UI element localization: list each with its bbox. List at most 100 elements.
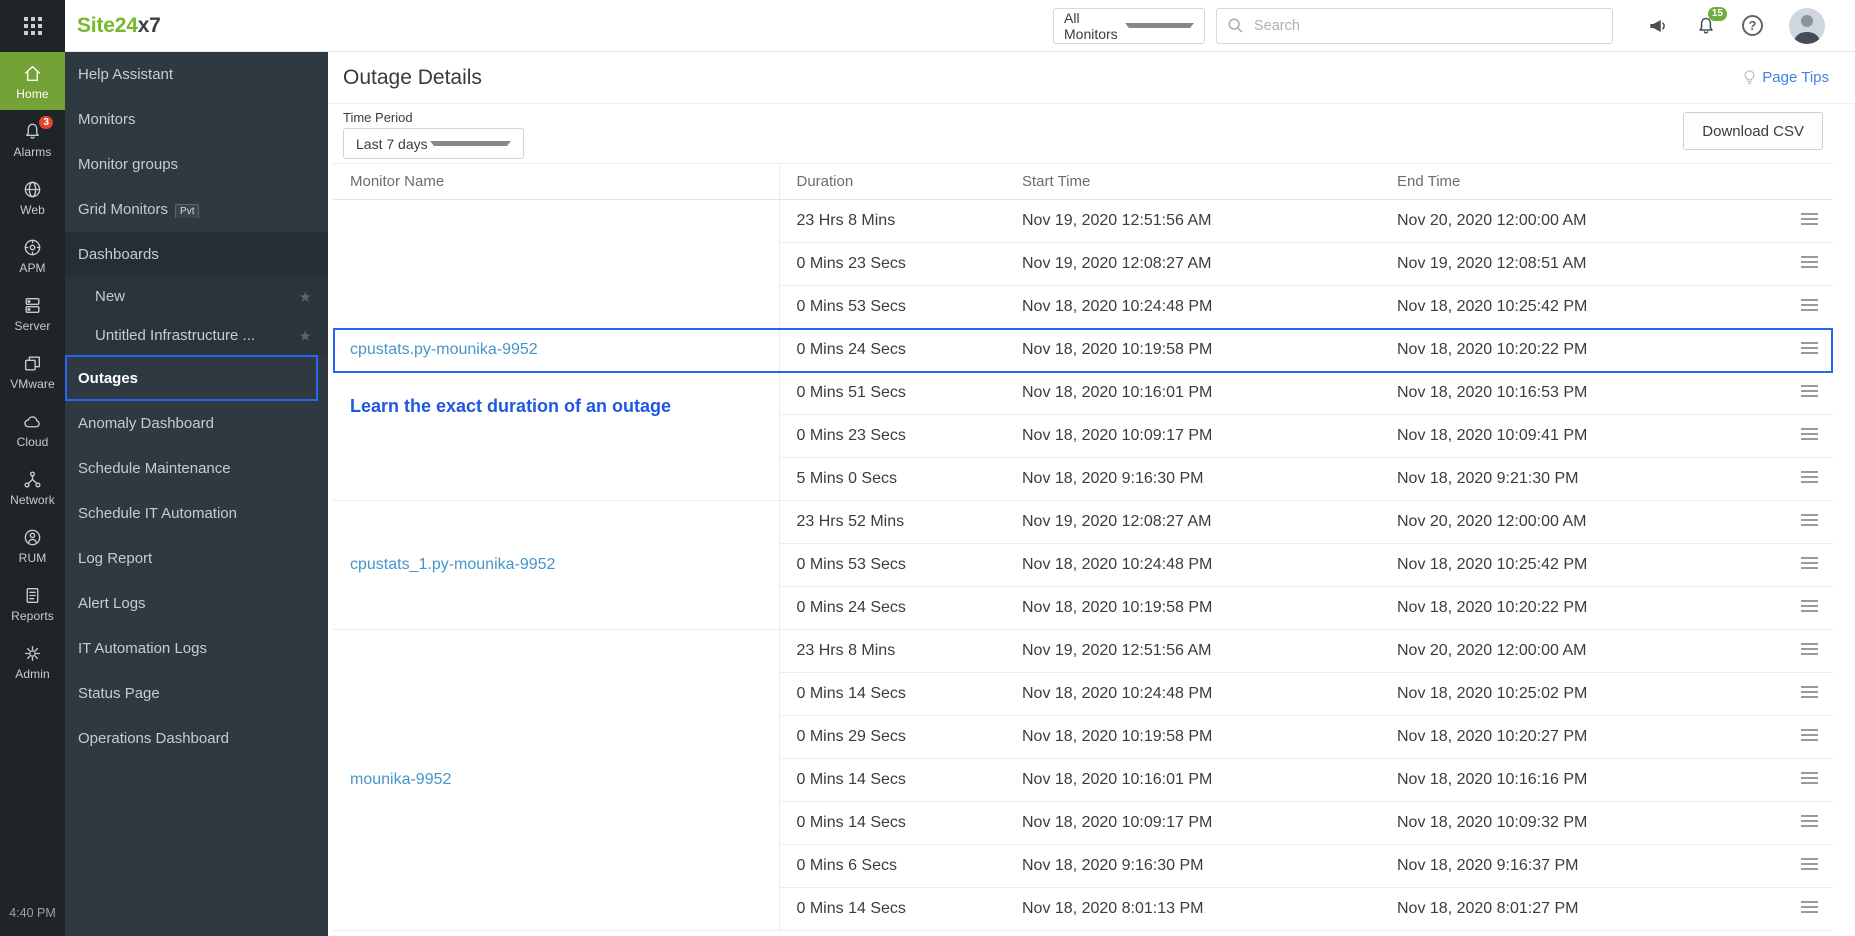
- rail-item-network[interactable]: Network: [0, 458, 65, 516]
- alarms-icon: 3: [22, 115, 53, 143]
- row-menu-cell: [1785, 543, 1833, 587]
- monitor-name-link[interactable]: cpustats_1.py-mounika-9952: [350, 556, 555, 573]
- row-menu-icon[interactable]: [1799, 550, 1820, 576]
- row-menu-icon[interactable]: [1799, 636, 1820, 662]
- outage-row: cpustats.py-mounika-9952 Learn the exact …: [333, 199, 1833, 501]
- sidebar-item-label: Anomaly Dashboard: [78, 415, 214, 432]
- duration-cell: 0 Mins 53 Secs: [779, 543, 1005, 587]
- row-menu-icon[interactable]: [1799, 894, 1820, 920]
- sidebar-item-label: Monitors: [78, 111, 136, 128]
- sidebar-item-new[interactable]: New ★: [65, 277, 328, 316]
- start-time-cell: Nov 18, 2020 10:16:01 PM: [1005, 758, 1380, 802]
- row-menu-icon[interactable]: [1799, 464, 1820, 490]
- row-menu-icon[interactable]: [1799, 722, 1820, 748]
- sidebar-item-schedule-it-automation[interactable]: Schedule IT Automation: [65, 491, 328, 536]
- sidebar-item-label: Monitor groups: [78, 156, 179, 173]
- sidebar-item-operations-dashboard[interactable]: Operations Dashboard: [65, 716, 328, 761]
- row-menu-icon[interactable]: [1799, 507, 1820, 533]
- end-time-cell: Nov 20, 2020 12:00:00 AM: [1380, 629, 1785, 673]
- chevron-down-icon: [429, 141, 511, 146]
- row-menu-icon[interactable]: [1799, 378, 1820, 404]
- rail-item-label: APM: [19, 260, 46, 275]
- column-header-menu: [1785, 163, 1833, 200]
- primary-nav-rail: Home 3 Alarms Web APM Server VMware Cloud Networ…: [0, 0, 65, 936]
- start-time-cell: Nov 18, 2020 10:24:48 PM: [1005, 285, 1380, 329]
- end-time-cell: Nov 18, 2020 10:20:27 PM: [1380, 715, 1785, 759]
- reports-icon: [22, 584, 43, 607]
- end-time-cell: Nov 18, 2020 10:16:16 PM: [1380, 758, 1785, 802]
- help-icon[interactable]: ?: [1742, 15, 1763, 36]
- start-time-cell: Nov 18, 2020 10:19:58 PM: [1005, 586, 1380, 630]
- search-input[interactable]: [1252, 16, 1602, 35]
- duration-cell: 0 Mins 24 Secs: [779, 328, 1005, 372]
- download-csv-button[interactable]: Download CSV: [1683, 112, 1823, 150]
- monitor-name-link[interactable]: mounika-9952: [350, 771, 451, 788]
- row-menu-icon[interactable]: [1799, 679, 1820, 705]
- monitor-scope-select[interactable]: All Monitors: [1053, 7, 1205, 44]
- sidebar-item-dashboards[interactable]: Dashboards: [65, 232, 328, 277]
- site24x7-logo[interactable]: Site24x7: [77, 14, 161, 38]
- sidebar-item-outages[interactable]: Outages: [65, 355, 318, 401]
- row-menu-icon[interactable]: [1799, 421, 1820, 447]
- sidebar-item-log-report[interactable]: Log Report: [65, 536, 328, 581]
- column-header-monitor-name: Monitor Name: [333, 163, 780, 200]
- row-menu-icon[interactable]: [1799, 593, 1820, 619]
- notifications-bell-icon[interactable]: 15: [1695, 6, 1727, 37]
- row-menu-icon[interactable]: [1799, 249, 1820, 275]
- time-period-select[interactable]: Last 7 days: [343, 128, 524, 159]
- star-icon[interactable]: ★: [299, 288, 312, 306]
- rail-item-web[interactable]: Web: [0, 168, 65, 226]
- search-icon: [1228, 18, 1243, 33]
- sidebar-item-monitor-groups[interactable]: Monitor groups: [65, 142, 328, 187]
- rail-item-reports[interactable]: Reports: [0, 574, 65, 632]
- page-tips-link[interactable]: Page Tips: [1742, 69, 1829, 86]
- rail-item-vmware[interactable]: VMware: [0, 342, 65, 400]
- end-time-cell: Nov 18, 2020 10:25:42 PM: [1380, 285, 1785, 329]
- row-menu-icon[interactable]: [1799, 206, 1820, 232]
- sidebar-item-schedule-maintenance[interactable]: Schedule Maintenance: [65, 446, 328, 491]
- row-menu-icon[interactable]: [1799, 765, 1820, 791]
- row-menu-icon[interactable]: [1799, 851, 1820, 877]
- end-time-cell: Nov 18, 2020 9:16:37 PM: [1380, 844, 1785, 888]
- sidebar-item-help-assistant[interactable]: Help Assistant: [65, 52, 328, 97]
- monitor-name-cell: mounika-9952: [333, 629, 780, 931]
- star-icon[interactable]: ★: [299, 327, 312, 345]
- row-menu-icon[interactable]: [1799, 335, 1820, 361]
- rail-item-label: Admin: [15, 666, 50, 681]
- sidebar-item-monitors[interactable]: Monitors: [65, 97, 328, 142]
- start-time-cell: Nov 18, 2020 10:24:48 PM: [1005, 543, 1380, 587]
- sidebar-item-alert-logs[interactable]: Alert Logs: [65, 581, 328, 626]
- sidebar-item-status-page[interactable]: Status Page: [65, 671, 328, 716]
- duration-cell: 23 Hrs 8 Mins: [779, 199, 1005, 243]
- sidebar-item-label: Grid Monitors Pvt: [78, 201, 312, 218]
- alarm-count-badge: 3: [39, 115, 53, 129]
- outage-row: cpustats_1.py-mounika-9952 23 Hrs 52 Mins…: [333, 500, 1833, 630]
- announcements-icon[interactable]: [1647, 15, 1669, 37]
- sidebar-item-grid-monitors[interactable]: Grid Monitors Pvt: [65, 187, 328, 232]
- row-menu-cell: [1785, 457, 1833, 501]
- outage-table: Monitor Name Duration Start Time End Tim…: [333, 163, 1833, 931]
- apps-grid-icon[interactable]: [0, 0, 65, 52]
- rail-item-cloud[interactable]: Cloud: [0, 400, 65, 458]
- row-menu-icon[interactable]: [1799, 808, 1820, 834]
- rail-item-server[interactable]: Server: [0, 284, 65, 342]
- duration-cell: 0 Mins 24 Secs: [779, 586, 1005, 630]
- vmware-icon: [22, 352, 43, 375]
- monitor-name-link[interactable]: cpustats.py-mounika-9952: [350, 341, 538, 358]
- sidebar-item-it-automation-logs[interactable]: IT Automation Logs: [65, 626, 328, 671]
- rail-item-label: Web: [20, 202, 45, 217]
- rail-item-admin[interactable]: Admin: [0, 632, 65, 690]
- sidebar-item-untitled-infrastructure[interactable]: Untitled Infrastructure ... ★: [65, 316, 328, 355]
- rail-item-alarms[interactable]: 3 Alarms: [0, 110, 65, 168]
- user-avatar[interactable]: [1789, 7, 1825, 44]
- rail-item-apm[interactable]: APM: [0, 226, 65, 284]
- end-time-cell: Nov 20, 2020 12:00:00 AM: [1380, 199, 1785, 243]
- duration-cell: 0 Mins 23 Secs: [779, 414, 1005, 458]
- row-menu-icon[interactable]: [1799, 292, 1820, 318]
- rail-item-rum[interactable]: RUM: [0, 516, 65, 574]
- page-tips-label: Page Tips: [1762, 69, 1829, 86]
- outage-row: mounika-9952 23 Hrs 8 Mins Nov 19, 2020 12…: [333, 629, 1833, 931]
- rail-item-home[interactable]: Home: [0, 52, 65, 110]
- sidebar-item-label: Schedule Maintenance: [78, 460, 231, 477]
- sidebar-item-anomaly-dashboard[interactable]: Anomaly Dashboard: [65, 401, 328, 446]
